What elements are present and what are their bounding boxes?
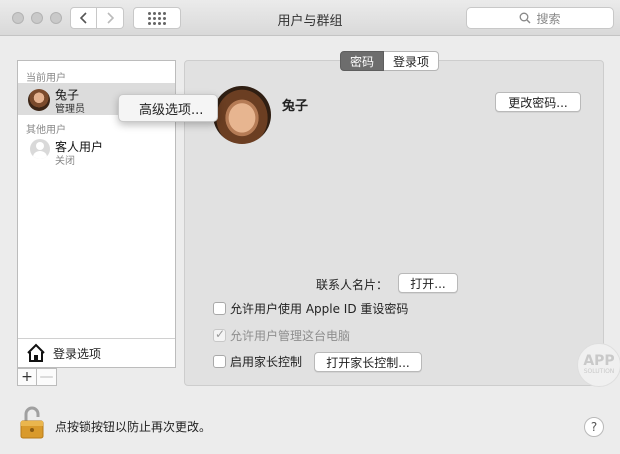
remove-user-button[interactable]: — <box>37 368 57 386</box>
open-parental-controls-button[interactable]: 打开家长控制... <box>314 352 422 372</box>
checkmark-icon: ✓ <box>215 327 226 341</box>
user-display-name: 兔子 <box>282 99 309 114</box>
search-icon <box>520 12 531 24</box>
lock-icon[interactable] <box>18 405 46 439</box>
current-users-label: 当前用户 <box>26 73 66 84</box>
parental-controls-checkbox[interactable] <box>213 355 226 368</box>
user-role: 管理员 <box>55 104 85 115</box>
add-remove-controls: + — <box>17 368 57 386</box>
add-user-button[interactable]: + <box>17 368 37 386</box>
title-bar: 用户与群组 搜索 <box>0 0 620 36</box>
user-role: 关闭 <box>55 156 75 167</box>
lock-message: 点按锁按钮以防止再次更改。 <box>55 420 212 434</box>
open-contact-button[interactable]: 打开... <box>398 273 458 293</box>
contact-card-label: 联系人名片： <box>316 278 389 292</box>
login-options-item[interactable]: 登录选项 <box>18 338 175 368</box>
user-photo[interactable] <box>213 86 271 144</box>
change-password-button[interactable]: 更改密码... <box>495 92 581 112</box>
login-options-label: 登录选项 <box>53 347 102 361</box>
tab-login-items[interactable]: 登录项 <box>384 51 440 71</box>
help-button[interactable]: ? <box>584 417 604 437</box>
tab-bar: 密码 登录项 <box>340 51 440 71</box>
apple-id-reset-label: 允许用户使用 Apple ID 重设密码 <box>230 302 409 316</box>
watermark-line1: APP <box>583 353 615 369</box>
watermark-line2: SOLUTION <box>583 368 615 375</box>
user-row-guest[interactable]: 客人用户 关闭 <box>18 135 175 167</box>
parental-controls-label: 启用家长控制 <box>230 355 303 369</box>
apple-id-reset-checkbox[interactable] <box>213 302 226 315</box>
search-placeholder: 搜索 <box>536 11 561 26</box>
watermark-logo: APP SOLUTION <box>577 343 620 387</box>
home-icon <box>27 343 45 362</box>
admin-checkbox[interactable]: ✓ <box>213 327 226 342</box>
tab-password[interactable]: 密码 <box>340 51 385 71</box>
context-menu: 高级选项... <box>118 94 218 122</box>
other-users-label: 其他用户 <box>26 125 66 136</box>
search-field[interactable]: 搜索 <box>466 7 614 29</box>
avatar <box>28 89 50 111</box>
admin-label: 允许用户管理这台电脑 <box>230 329 351 343</box>
menu-item-advanced-options[interactable]: 高级选项... <box>139 99 203 118</box>
guest-avatar-icon <box>30 139 50 159</box>
